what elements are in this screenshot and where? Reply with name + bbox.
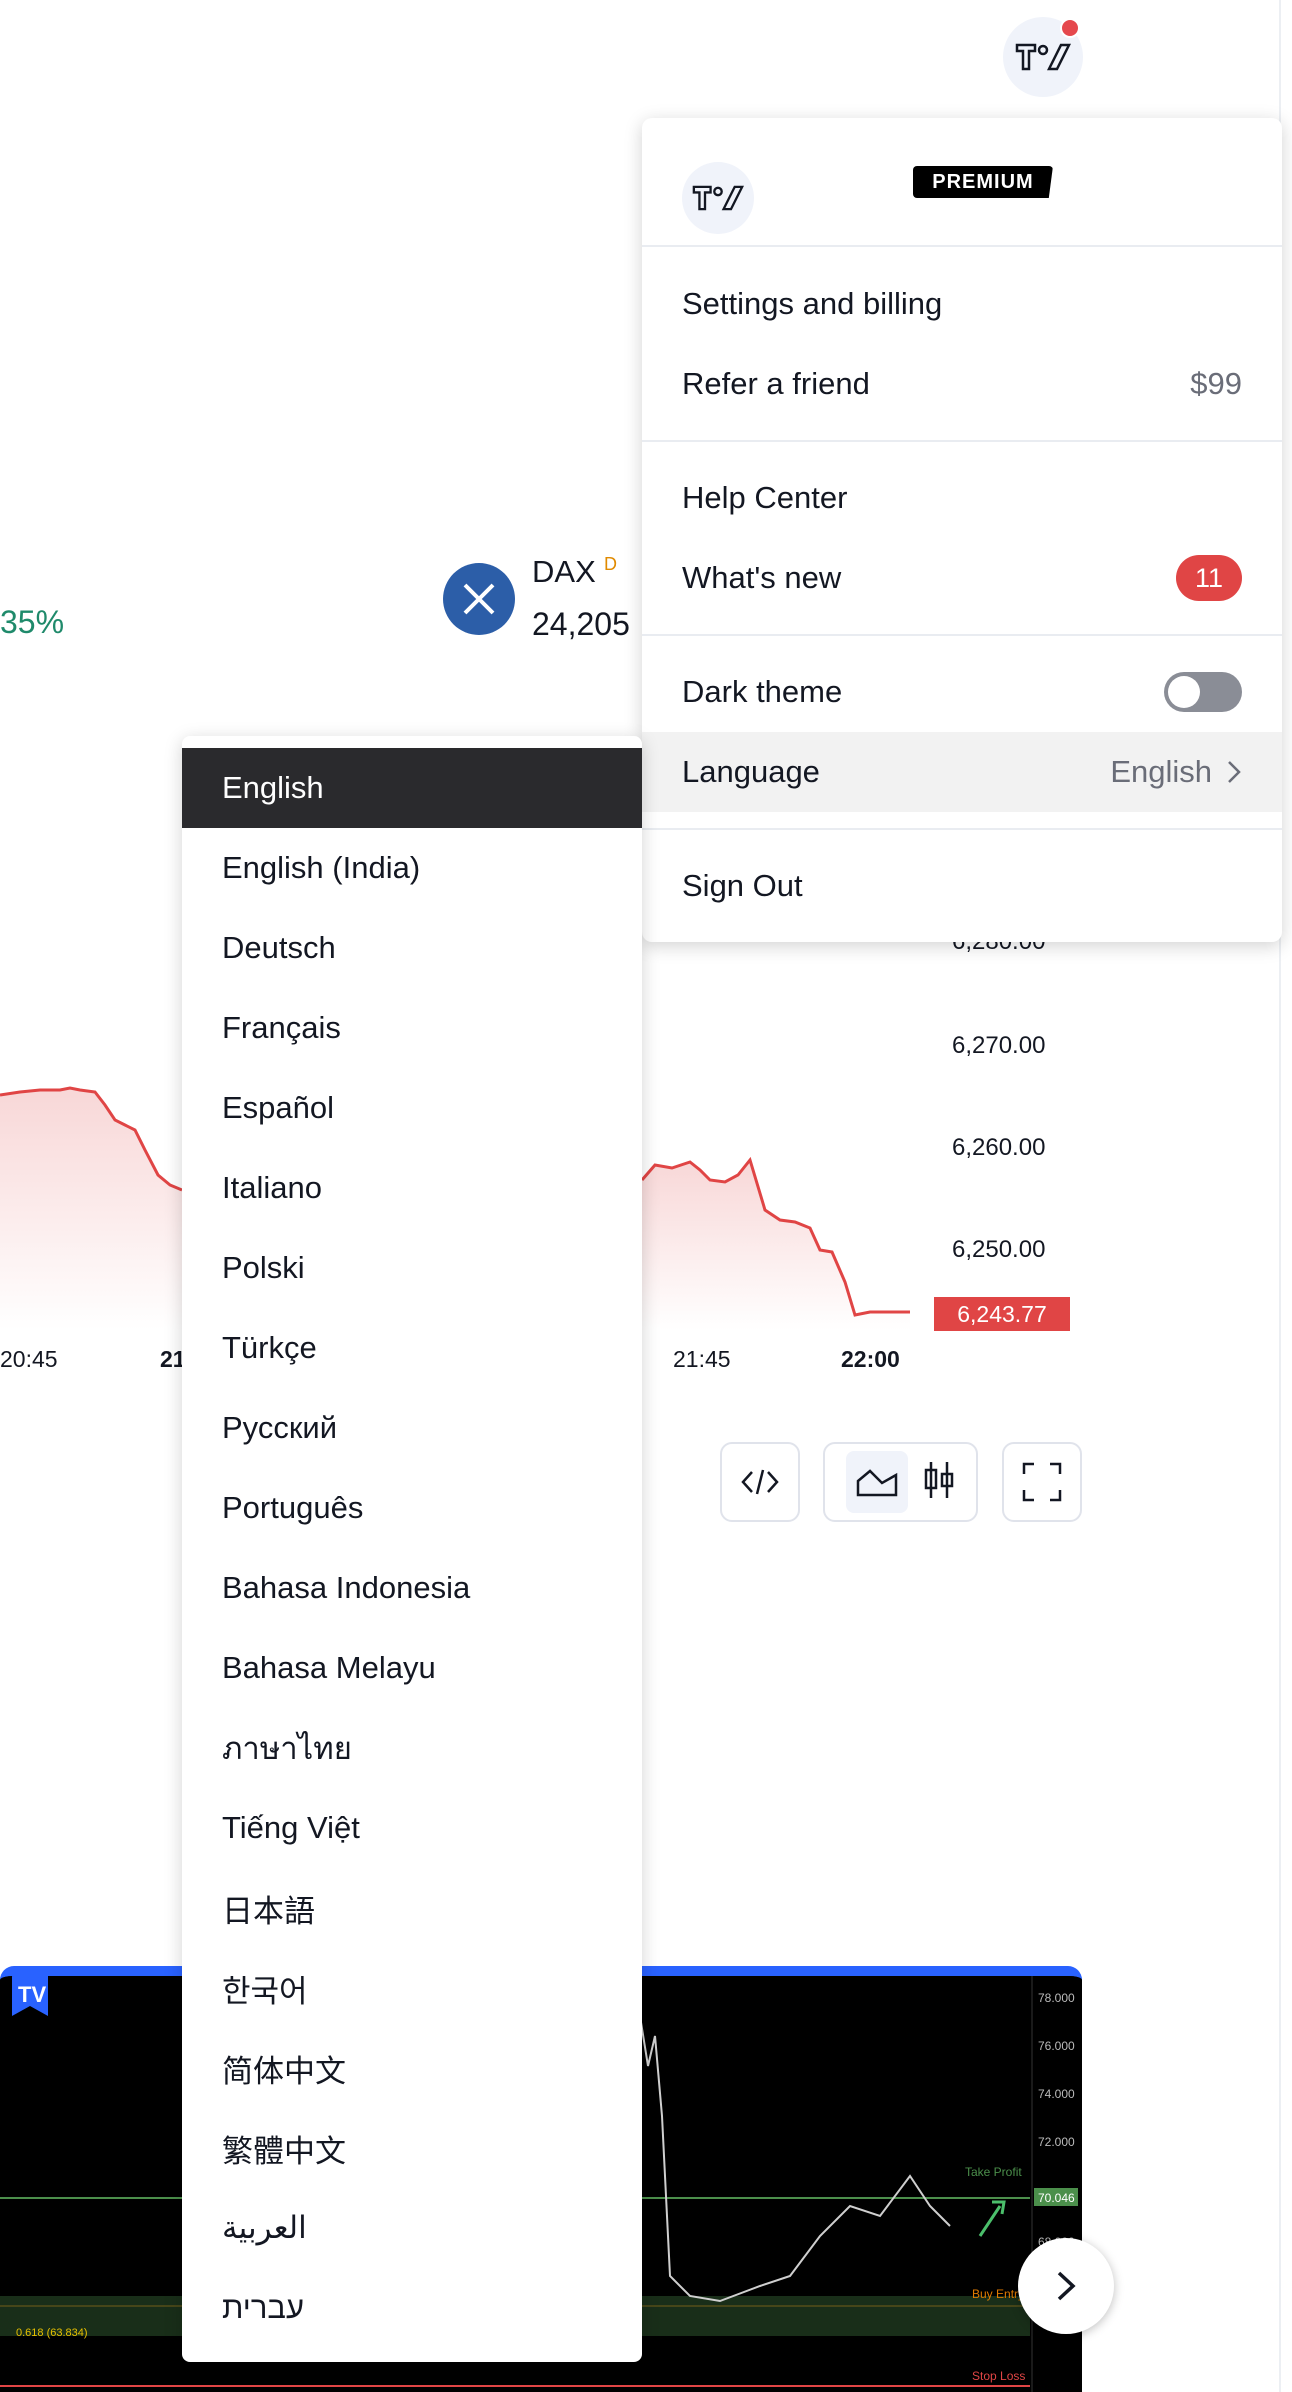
menu-item-label: Settings and billing (682, 286, 943, 321)
menu-item-label: Language (682, 754, 820, 789)
language-option[interactable]: Español (182, 1068, 642, 1148)
next-idea-button[interactable] (1018, 2238, 1114, 2334)
menu-separator (642, 245, 1282, 247)
language-option[interactable]: Türkçe (182, 1308, 642, 1388)
svg-text:76.000: 76.000 (1038, 2039, 1075, 2053)
language-option[interactable]: 日本語 (182, 1868, 642, 1948)
menu-item-label: Dark theme (682, 674, 843, 709)
area-chart-button[interactable] (845, 1451, 908, 1513)
tradingview-logo-icon (1015, 43, 1071, 71)
fullscreen-button[interactable] (1002, 1442, 1082, 1522)
notification-dot (1060, 18, 1080, 38)
language-option[interactable]: Italiano (182, 1148, 642, 1228)
language-option[interactable]: العربية (182, 2188, 642, 2268)
menu-item-label: Refer a friend (682, 366, 870, 401)
code-icon (741, 1469, 779, 1495)
time-axis-label: 20:45 (0, 1346, 58, 1372)
dax-symbol-icon[interactable] (443, 563, 515, 635)
language-option[interactable]: Deutsch (182, 908, 642, 988)
svg-text:78.000: 78.000 (1038, 1991, 1075, 2005)
fullscreen-icon (1022, 1462, 1062, 1502)
language-dropdown: English English (India) Deutsch Français… (182, 736, 642, 2362)
price-axis-label: 6,250.00 (952, 1236, 1046, 1263)
settings-and-billing-item[interactable]: Settings and billing (642, 264, 1282, 344)
dark-theme-item[interactable]: Dark theme (642, 652, 1282, 732)
help-center-item[interactable]: Help Center (642, 458, 1282, 538)
language-item[interactable]: Language English (642, 732, 1282, 812)
refer-a-friend-item[interactable]: Refer a friend $99 (642, 344, 1282, 424)
language-option[interactable]: Français (182, 988, 642, 1068)
tradingview-logo-icon (692, 185, 744, 211)
menu-item-label: Sign Out (682, 868, 803, 903)
current-language: English (1110, 754, 1212, 789)
dax-delay-marker: D (604, 554, 617, 574)
chart-type-switch[interactable] (823, 1442, 978, 1522)
language-option[interactable]: Português (182, 1468, 642, 1548)
chevron-right-icon (1057, 2271, 1076, 2301)
language-option[interactable]: English (India) (182, 828, 642, 908)
svg-text:0.618 (63.834): 0.618 (63.834) (16, 2327, 88, 2339)
time-axis-label: 21:45 (673, 1346, 731, 1372)
account-menu: PREMIUM Settings and billing Refer a fri… (642, 118, 1282, 942)
menu-separator (642, 440, 1282, 442)
dark-theme-toggle[interactable] (1164, 672, 1242, 712)
area-chart-icon (856, 1469, 897, 1497)
menu-separator (642, 634, 1282, 636)
candlestick-icon (924, 1461, 953, 1498)
language-option[interactable]: English (182, 748, 642, 828)
sign-out-item[interactable]: Sign Out (642, 846, 1282, 926)
menu-avatar[interactable] (682, 162, 754, 234)
language-option[interactable]: Bahasa Indonesia (182, 1548, 642, 1628)
language-option[interactable]: 繁體中文 (182, 2108, 642, 2188)
menu-item-label: What's new (682, 560, 842, 595)
embed-code-button[interactable] (720, 1442, 800, 1522)
language-option[interactable]: Bahasa Melayu (182, 1628, 642, 1708)
menu-item-label: Help Center (682, 480, 848, 515)
svg-text:Take Profit: Take Profit (965, 2165, 1022, 2179)
whats-new-count-badge: 11 (1176, 555, 1242, 601)
menu-separator (642, 828, 1282, 830)
svg-text:70.046: 70.046 (1038, 2191, 1075, 2205)
chevron-right-icon (1228, 761, 1241, 783)
whats-new-item[interactable]: What's new 11 (642, 538, 1282, 618)
premium-badge: PREMIUM (913, 166, 1053, 198)
language-option[interactable]: 한국어 (182, 1948, 642, 2028)
dax-symbol[interactable]: DAX (532, 554, 596, 590)
language-option[interactable]: עברית (182, 2268, 642, 2348)
svg-text:TV: TV (18, 1982, 46, 2007)
svg-text:74.000: 74.000 (1038, 2087, 1075, 2101)
language-option[interactable]: Русский (182, 1388, 642, 1468)
svg-text:Stop Loss: Stop Loss (972, 2369, 1025, 2383)
language-option[interactable]: Polski (182, 1228, 642, 1308)
language-option[interactable]: 简体中文 (182, 2028, 642, 2108)
referral-amount: $99 (1190, 366, 1242, 401)
language-option[interactable]: Tiếng Việt (182, 1788, 642, 1868)
svg-text:Buy Entry: Buy Entry (972, 2287, 1024, 2301)
price-axis-label: 6,260.00 (952, 1134, 1046, 1161)
time-axis-label: 22:00 (841, 1346, 900, 1372)
svg-text:72.000: 72.000 (1038, 2135, 1075, 2149)
last-price-label: 6,243.77 (934, 1297, 1070, 1331)
language-option[interactable]: ภาษาไทย (182, 1708, 642, 1788)
candles-chart-button[interactable] (922, 1460, 956, 1505)
dax-price: 24,205 (532, 606, 630, 642)
price-axis-label: 6,270.00 (952, 1032, 1046, 1059)
change-percent: 35% (0, 604, 65, 640)
